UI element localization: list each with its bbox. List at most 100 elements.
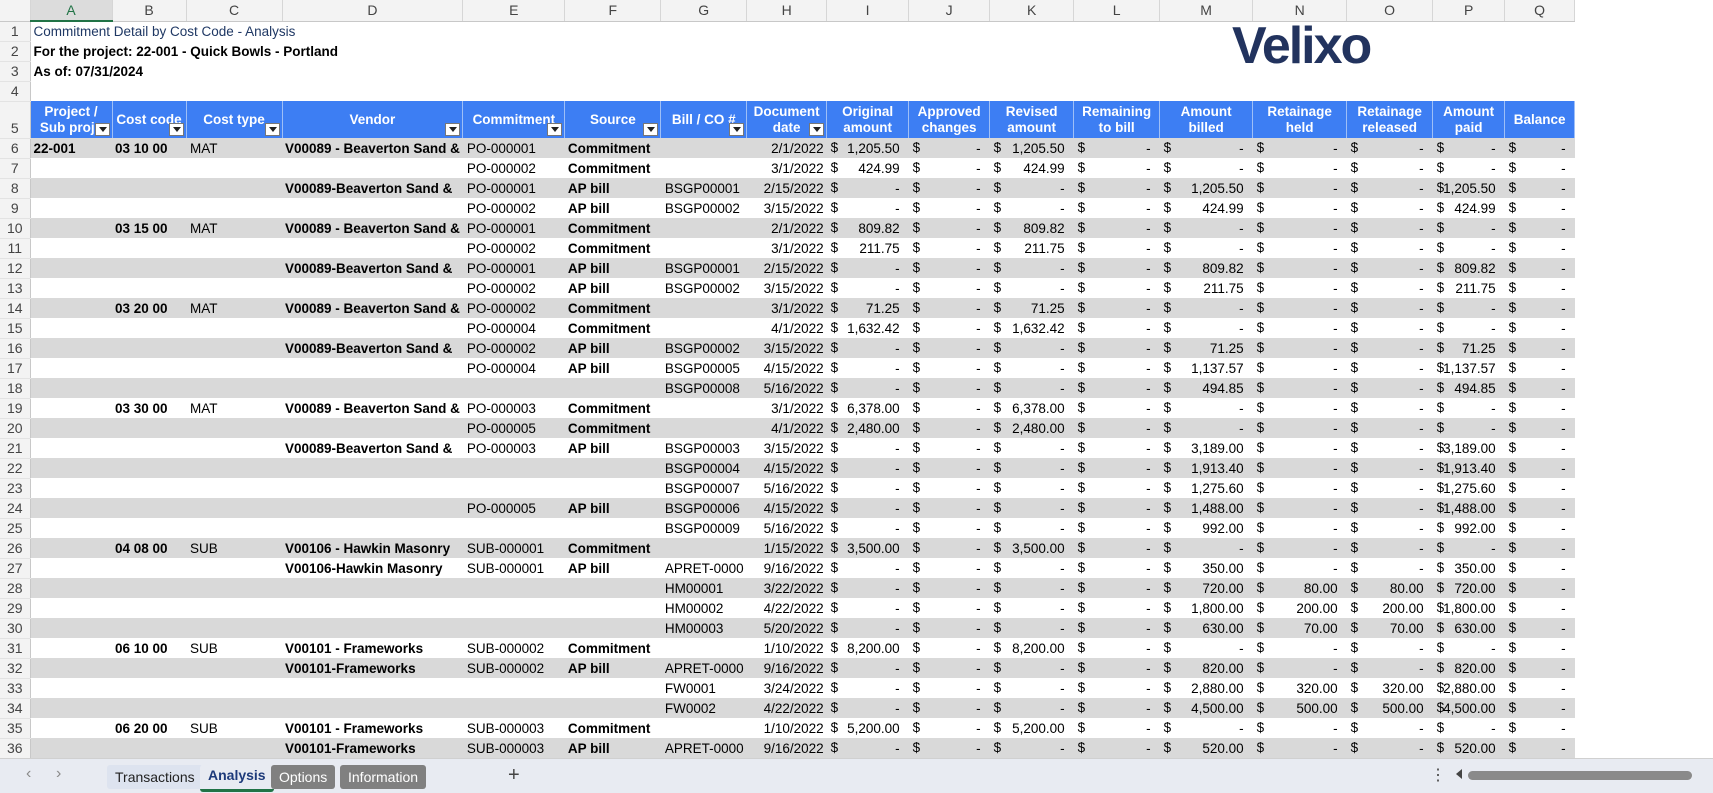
cell-rrel[interactable]: $ - [1346, 138, 1433, 158]
cell-date[interactable]: 4/15/2022 [746, 498, 827, 518]
cell-date[interactable]: 5/16/2022 [746, 378, 827, 398]
cell-source[interactable]: AP bill [565, 278, 661, 298]
row-header[interactable]: 21 [0, 438, 31, 459]
cell-appr[interactable]: $ - [909, 718, 990, 738]
cell-appr[interactable]: $ - [908, 378, 990, 398]
cell-billed[interactable]: $ - [1159, 418, 1253, 438]
cell-type[interactable]: SUB [186, 638, 282, 658]
select-all-corner[interactable] [0, 0, 31, 22]
cell-source[interactable]: Commitment [564, 298, 661, 318]
cell-billed[interactable]: $1,800.00 [1160, 598, 1253, 618]
cell-rev[interactable]: $ - [989, 738, 1074, 758]
cell-billed[interactable]: $ - [1160, 718, 1253, 738]
cell-vendor[interactable] [282, 678, 463, 698]
cell-rev[interactable]: $ - [990, 558, 1074, 578]
cell-orig[interactable]: $5,200.00 [827, 718, 909, 738]
cell-source[interactable]: Commitment [564, 418, 661, 438]
cell-appr[interactable]: $ - [908, 658, 990, 678]
cell-commit[interactable]: SUB-000001 [463, 558, 565, 578]
cell-vendor[interactable]: V00089 - Beaverton Sand & [282, 398, 463, 418]
cell-rheld[interactable]: $ - [1253, 558, 1347, 578]
cell-paid[interactable]: $ - [1432, 138, 1505, 158]
filter-dropdown-icon[interactable] [445, 123, 461, 136]
cell-billed[interactable]: $ - [1160, 158, 1253, 178]
cell-project[interactable] [30, 218, 112, 238]
spreadsheet-area[interactable]: Velixo ABCDEFGHIJKLMNOPQ 1 Commitment De… [0, 0, 1713, 758]
cell-paid[interactable]: $71.25 [1432, 338, 1505, 358]
cell-project[interactable] [30, 458, 112, 478]
column-header-d[interactable]: D [282, 0, 464, 22]
row-header[interactable]: 30 [0, 618, 31, 639]
cell-date[interactable]: 5/16/2022 [747, 518, 827, 538]
cell-rev[interactable]: $2,480.00 [989, 418, 1074, 438]
cell-rem[interactable]: $ - [1073, 138, 1160, 158]
row-header[interactable]: 19 [0, 398, 31, 419]
column-header-l[interactable]: L [1073, 0, 1161, 22]
cell-source[interactable] [565, 678, 661, 698]
cell-rem[interactable]: $ - [1074, 398, 1160, 418]
row-header[interactable]: 36 [0, 738, 31, 758]
cell-appr[interactable]: $ - [909, 678, 990, 698]
cell-date[interactable]: 4/1/2022 [747, 318, 827, 338]
cell-source[interactable] [564, 698, 661, 718]
cell-project[interactable] [30, 478, 112, 498]
cell-orig[interactable]: $8,200.00 [827, 638, 909, 658]
cell-type[interactable] [186, 738, 282, 758]
cell-bal[interactable]: $ - [1505, 198, 1575, 218]
cell-paid[interactable]: $1,488.00 [1432, 498, 1505, 518]
cell-project[interactable] [30, 358, 112, 378]
cell-date[interactable]: 3/22/2022 [746, 578, 827, 598]
cell-appr[interactable]: $ - [908, 418, 990, 438]
cell-rheld[interactable]: $ - [1253, 358, 1347, 378]
cell-bal[interactable]: $ - [1504, 338, 1575, 358]
cell-billed[interactable]: $494.85 [1159, 378, 1253, 398]
cell-commit[interactable] [462, 458, 565, 478]
cell-source[interactable]: Commitment [564, 538, 661, 558]
cell-billed[interactable]: $4,500.00 [1159, 698, 1253, 718]
cell-rrel[interactable]: $ - [1347, 158, 1433, 178]
cell-appr[interactable]: $ - [909, 598, 990, 618]
cell-bal[interactable]: $ - [1505, 638, 1575, 658]
cell-billed[interactable]: $720.00 [1159, 578, 1253, 598]
cell-paid[interactable]: $ - [1433, 718, 1505, 738]
cell-rev[interactable]: $ - [989, 498, 1074, 518]
tab-options[interactable]: Options [271, 765, 336, 789]
cell-code[interactable] [112, 338, 186, 358]
cell-type[interactable] [186, 698, 282, 718]
row-header[interactable]: 32 [0, 658, 31, 679]
row-header[interactable]: 25 [0, 518, 31, 539]
cell-code[interactable] [112, 258, 186, 278]
cell-date[interactable]: 9/16/2022 [746, 658, 827, 678]
cell-commit[interactable]: PO-000001 [462, 218, 565, 238]
cell-orig[interactable]: $ - [827, 558, 909, 578]
cell-project[interactable] [30, 638, 112, 658]
row-header[interactable]: 22 [0, 458, 31, 479]
cell-date[interactable]: 2/15/2022 [746, 258, 827, 278]
cell-project[interactable] [30, 618, 112, 638]
cell-date[interactable]: 3/1/2022 [746, 298, 827, 318]
column-header-p[interactable]: P [1432, 0, 1506, 22]
cell-source[interactable]: Commitment [564, 138, 661, 158]
row-header[interactable]: 29 [0, 598, 31, 619]
cell-type[interactable] [186, 378, 282, 398]
cell-bill[interactable] [661, 638, 747, 658]
cell-billed[interactable]: $630.00 [1159, 618, 1253, 638]
row-header[interactable]: 14 [0, 298, 31, 319]
cell-rrel[interactable]: $320.00 [1347, 678, 1433, 698]
cell-rem[interactable]: $ - [1073, 698, 1160, 718]
cell-code[interactable] [112, 578, 186, 598]
cell-code[interactable] [112, 378, 186, 398]
cell-rem[interactable]: $ - [1074, 198, 1160, 218]
cell-code[interactable] [112, 658, 186, 678]
cell-rev[interactable]: $ - [990, 278, 1074, 298]
cell-commit[interactable] [462, 618, 565, 638]
cell-bill[interactable]: BSGP00009 [661, 518, 747, 538]
cell-vendor[interactable]: V00101-Frameworks [282, 658, 463, 678]
cell-rrel[interactable]: $ - [1347, 398, 1433, 418]
cell-paid[interactable]: $1,275.60 [1433, 478, 1505, 498]
cell-type[interactable]: MAT [186, 138, 282, 158]
cell-paid[interactable]: $424.99 [1433, 198, 1505, 218]
cell-code[interactable]: 03 10 00 [112, 138, 186, 158]
cell-rem[interactable]: $ - [1073, 458, 1160, 478]
cell-vendor[interactable]: V00089-Beaverton Sand & [282, 258, 463, 278]
